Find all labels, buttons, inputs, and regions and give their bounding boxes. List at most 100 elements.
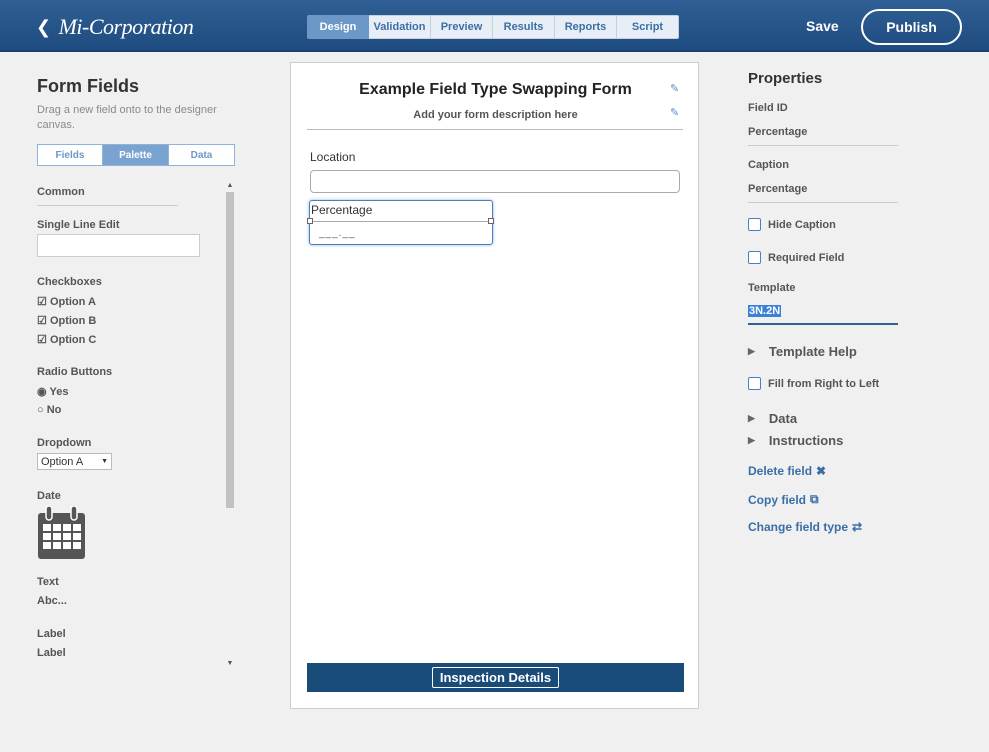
checkbox-box[interactable] [748, 377, 761, 390]
scroll-down-icon[interactable]: ▼ [226, 660, 234, 667]
fill-rtl-checkbox[interactable]: Fill from Right to Left [748, 377, 879, 390]
data-expander[interactable]: ▶ Data [748, 411, 797, 426]
triangle-right-icon: ▶ [748, 435, 755, 445]
field-id-underline [748, 145, 898, 146]
field-id-input[interactable]: Percentage [748, 126, 807, 138]
checkbox-box[interactable] [748, 251, 761, 264]
divider [37, 205, 178, 206]
template-underline [748, 323, 898, 325]
properties-title: Properties [748, 70, 823, 87]
section-button-inspection-details[interactable]: Inspection Details [431, 667, 560, 688]
palette-item-date[interactable]: Date [37, 490, 61, 502]
checkbox-option-b[interactable]: ☑ Option B [37, 314, 96, 327]
copy-field-label: Copy field [748, 492, 807, 507]
segment-fields[interactable]: Fields [37, 144, 103, 166]
checkbox-option-label: Option C [49, 334, 97, 346]
change-field-type-link[interactable]: Change field type ⇄ [748, 520, 862, 534]
checkbox-option-label: Option A [49, 296, 96, 308]
tab-design[interactable]: Design [307, 15, 369, 39]
form-fields-panel: Form Fields Drag a new field onto to the… [0, 54, 260, 752]
checkbox-checked-icon: ☑ [37, 315, 47, 327]
resize-handle-right[interactable] [488, 218, 494, 224]
checkbox-option-a[interactable]: ☑ Option A [37, 295, 96, 308]
required-field-checkbox[interactable]: Required Field [748, 251, 844, 264]
segment-palette[interactable]: Palette [103, 144, 169, 166]
delete-field-link[interactable]: Delete field ✖ [748, 464, 826, 478]
radio-option-no[interactable]: ○ No [37, 404, 61, 416]
panel-title: Form Fields [37, 76, 140, 96]
save-button[interactable]: Save [806, 18, 839, 34]
tab-reports[interactable]: Reports [555, 15, 617, 39]
checkbox-checked-icon: ☑ [37, 334, 47, 346]
hide-caption-label: Hide Caption [768, 218, 836, 231]
calendar-icon[interactable] [37, 506, 87, 560]
scrollbar-thumb[interactable] [226, 192, 234, 508]
tab-preview[interactable]: Preview [431, 15, 493, 39]
label-sample: Label [37, 647, 66, 659]
segment-data[interactable]: Data [169, 144, 235, 166]
caption-input[interactable]: Percentage [748, 183, 807, 195]
template-input[interactable]: 3N.2N [748, 305, 782, 317]
location-field-input[interactable] [310, 170, 680, 193]
instructions-label: Instructions [768, 433, 844, 448]
designer-tabs: Design Validation Preview Results Report… [307, 15, 679, 39]
designer-canvas[interactable]: Example Field Type Swapping Form ✎ Add y… [290, 62, 699, 709]
delete-field-label: Delete field [748, 464, 813, 478]
palette-item-dropdown[interactable]: Dropdown [37, 437, 91, 449]
edit-description-pencil-icon[interactable]: ✎ [670, 106, 679, 119]
checkbox-option-label: Option B [49, 315, 97, 327]
percentage-field-caption: Percentage [311, 203, 373, 217]
swap-arrows-icon: ⇄ [852, 520, 863, 534]
fill-rtl-label: Fill from Right to Left [768, 377, 880, 390]
copy-icon: ⧉ [810, 492, 819, 506]
field-palette: Common Single Line Edit Checkboxes ☑ Opt… [37, 182, 227, 667]
palette-item-checkboxes[interactable]: Checkboxes [37, 276, 102, 288]
hide-caption-checkbox[interactable]: Hide Caption [748, 218, 836, 231]
field-id-label: Field ID [748, 102, 788, 114]
palette-item-text[interactable]: Text [37, 576, 59, 588]
radio-selected-icon: ◉ [37, 386, 47, 398]
percentage-field-input[interactable]: ___.__ [310, 221, 492, 244]
radio-option-label: No [46, 404, 62, 416]
tab-script[interactable]: Script [617, 15, 679, 39]
text-sample: Abc... [37, 595, 67, 607]
form-description[interactable]: Add your form description here [291, 109, 700, 121]
palette-item-label[interactable]: Label [37, 628, 66, 640]
app-header: ❮ Mi-Corporation Design Validation Previ… [0, 0, 989, 52]
radio-empty-icon: ○ [37, 404, 44, 416]
dropdown-value: Option A [41, 455, 84, 468]
percentage-field-mask: ___.__ [319, 228, 356, 239]
single-line-edit-preview[interactable] [37, 234, 200, 257]
data-label: Data [768, 411, 798, 426]
close-x-icon: ✖ [816, 464, 827, 478]
percentage-field-selected[interactable]: Percentage ___.__ [307, 200, 494, 245]
panel-description: Drag a new field onto to the designer ca… [37, 104, 217, 131]
caption-underline [748, 202, 898, 203]
checkbox-box[interactable] [748, 218, 761, 231]
template-help-expander[interactable]: ▶ Template Help [748, 344, 857, 359]
palette-segmented-control: Fields Palette Data [37, 144, 235, 166]
template-label: Template [748, 282, 796, 294]
resize-handle-left[interactable] [307, 218, 313, 224]
form-section-bar: Inspection Details [307, 663, 684, 692]
palette-scrollbar[interactable]: ▲ ▼ [225, 182, 235, 667]
palette-item-radio-buttons[interactable]: Radio Buttons [37, 366, 112, 378]
radio-option-yes[interactable]: ◉ Yes [37, 385, 68, 398]
template-help-label: Template Help [768, 344, 857, 359]
edit-title-pencil-icon[interactable]: ✎ [670, 82, 679, 95]
tab-results[interactable]: Results [493, 15, 555, 39]
copy-field-link[interactable]: Copy field ⧉ [748, 492, 819, 507]
palette-item-single-line-edit[interactable]: Single Line Edit [37, 219, 120, 231]
back-to-home-link[interactable]: ❮ Mi-Corporation [36, 14, 194, 40]
change-field-type-label: Change field type [748, 520, 849, 534]
checkbox-checked-icon: ☑ [37, 296, 47, 308]
publish-button[interactable]: Publish [861, 9, 962, 45]
instructions-expander[interactable]: ▶ Instructions [748, 433, 843, 448]
triangle-right-icon: ▶ [748, 346, 755, 356]
form-title[interactable]: Example Field Type Swapping Form [291, 81, 700, 99]
app-logo: Mi-Corporation [58, 14, 194, 39]
tab-validation[interactable]: Validation [369, 15, 431, 39]
dropdown-preview[interactable]: Option A ▼ [37, 453, 112, 470]
checkbox-option-c[interactable]: ☑ Option C [37, 333, 96, 346]
scroll-up-icon[interactable]: ▲ [226, 182, 234, 189]
